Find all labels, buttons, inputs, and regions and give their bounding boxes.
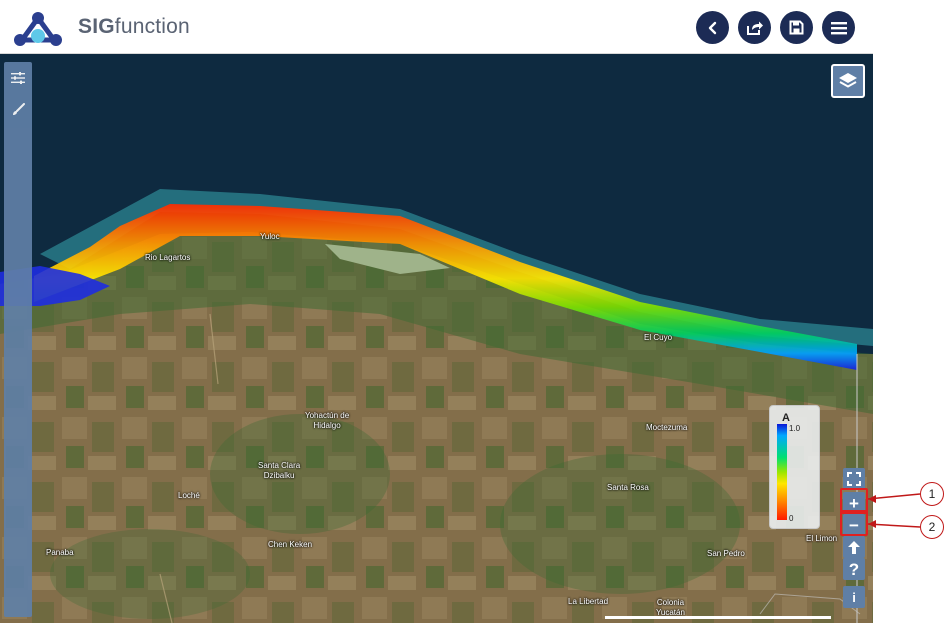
menu-button[interactable]: [822, 11, 855, 44]
satellite-basemap: [0, 54, 873, 623]
place-label: Rio Lagartos: [145, 253, 191, 262]
floppy-disk-icon: [789, 20, 804, 35]
place-label: Yuloc: [260, 232, 280, 241]
brand-bold-text: SIG: [78, 15, 115, 38]
legend-min-label: 0: [789, 514, 794, 523]
callout-2: 2: [920, 515, 944, 539]
place-label: Yohactún de Hidalgo: [305, 411, 350, 430]
left-sidebar: [4, 62, 32, 617]
help-label: ?: [848, 559, 860, 579]
place-label: El Limon: [806, 534, 838, 543]
place-label: San Pedro: [707, 549, 745, 558]
place-label: Santa Clara Dzibalku: [258, 461, 301, 480]
callout-1: 1: [920, 482, 944, 506]
place-label: Panaba: [46, 548, 74, 557]
place-label: Colonia Yucatán: [656, 598, 685, 617]
back-button[interactable]: [696, 11, 729, 44]
legend-color-ramp: [777, 424, 787, 520]
layers-button[interactable]: [831, 64, 865, 98]
info-label: i: [852, 589, 856, 605]
app-brand: SIGfunction: [78, 15, 190, 39]
share-button[interactable]: [738, 11, 771, 44]
fullscreen-button[interactable]: [843, 468, 865, 490]
place-label: Chen Keken: [268, 540, 313, 549]
arrow-up-icon: [848, 540, 860, 554]
app-window: SIGfunction Rio Lagartos Yuloc El Cuyo Y…: [0, 0, 948, 623]
hamburger-icon: [830, 21, 847, 34]
map-legend: A 1.0 0: [769, 405, 820, 529]
app-header: SIGfunction: [0, 0, 873, 54]
place-label: La Libertad: [568, 597, 609, 606]
callout-1-label: 1: [928, 487, 936, 501]
settings-sliders-button[interactable]: [8, 68, 28, 88]
chevron-left-icon: [708, 21, 716, 34]
help-button[interactable]: ?: [843, 558, 865, 580]
place-label: Moctezuma: [646, 423, 688, 432]
map-canvas[interactable]: Rio Lagartos Yuloc El Cuyo Yohactún de H…: [0, 54, 873, 623]
zoom-out-highlight: [840, 510, 868, 536]
brand-rest-text: function: [114, 15, 190, 38]
place-label: Loché: [178, 491, 200, 500]
sliders-icon: [11, 72, 25, 84]
layers-icon: [839, 73, 857, 88]
legend-title: A: [782, 412, 790, 424]
style-brush-button[interactable]: [8, 100, 28, 120]
place-label: El Cuyo: [644, 333, 673, 342]
sigfunction-logo-icon: [14, 12, 62, 46]
info-button[interactable]: i: [843, 586, 865, 608]
save-button[interactable]: [780, 11, 813, 44]
paintbrush-icon: [13, 103, 25, 115]
scale-bar: [605, 616, 831, 619]
callout-2-label: 2: [928, 520, 936, 534]
share-icon: [746, 21, 763, 35]
fullscreen-icon: [847, 472, 861, 486]
place-label: Santa Rosa: [607, 483, 649, 492]
legend-max-label: 1.0: [789, 424, 801, 433]
north-arrow-button[interactable]: [843, 536, 865, 558]
